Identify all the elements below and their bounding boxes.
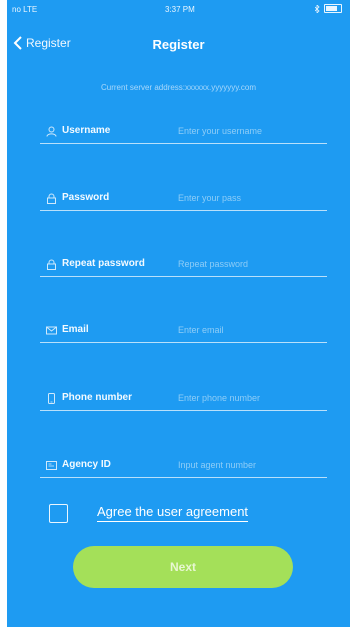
email-label: Email	[62, 324, 89, 335]
user-agreement-link[interactable]: Agree the user agreement	[97, 504, 249, 522]
password-input[interactable]	[178, 191, 323, 205]
carrier-text: no LTE	[12, 5, 38, 14]
email-input[interactable]	[178, 323, 323, 337]
lock-icon	[47, 259, 56, 270]
id-card-icon	[46, 461, 57, 470]
battery-icon	[324, 4, 342, 13]
agency-id-row: Agency ID	[40, 455, 327, 478]
username-row: Username	[40, 121, 327, 144]
username-label: Username	[62, 125, 111, 136]
email-row: Email	[40, 320, 327, 343]
repeat-password-input[interactable]	[178, 257, 323, 271]
lock-icon	[47, 193, 56, 204]
agency-id-input[interactable]	[178, 458, 323, 472]
mail-icon	[46, 326, 57, 335]
user-icon	[46, 126, 57, 137]
password-row: Password	[40, 188, 327, 211]
agency-id-label: Agency ID	[62, 459, 111, 470]
phone-label: Phone number	[62, 392, 133, 403]
clock-text: 3:37 PM	[165, 5, 195, 14]
next-button[interactable]: Next	[73, 546, 293, 588]
phone-row: Phone number	[40, 388, 327, 411]
register-screen: no LTE 3:37 PM Register Register Current…	[7, 0, 350, 627]
page-title: Register	[152, 37, 205, 52]
agreement-checkbox[interactable]	[49, 504, 68, 523]
repeat-password-row: Repeat password	[40, 254, 327, 277]
phone-icon	[48, 393, 55, 404]
server-address-text: Current server address:xxxxxx.yyyyyyy.co…	[101, 83, 256, 92]
bluetooth-icon	[315, 4, 320, 13]
agreement-row: Agree the user agreement	[49, 500, 329, 526]
status-icons	[315, 4, 342, 13]
navigation-bar: Register Register	[7, 30, 350, 60]
username-input[interactable]	[178, 124, 323, 138]
password-label: Password	[62, 192, 110, 203]
status-bar: no LTE 3:37 PM	[7, 0, 350, 18]
repeat-password-label: Repeat password	[62, 258, 145, 269]
phone-input[interactable]	[178, 391, 323, 405]
